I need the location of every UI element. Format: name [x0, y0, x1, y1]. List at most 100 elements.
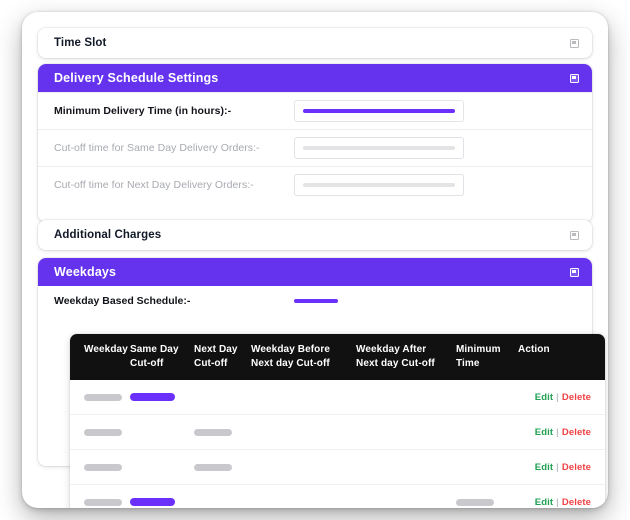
cell-weekday-before-next-day-cutoff: [251, 414, 356, 450]
square-expand-icon[interactable]: [570, 38, 579, 48]
cell-weekday-before-next-day-cutoff: [251, 380, 356, 415]
edit-link[interactable]: Edit: [535, 462, 553, 473]
card-weekdays-title: Weekdays: [54, 265, 117, 279]
input-same-day-cutoff[interactable]: [294, 137, 464, 159]
cell-action: Edit | Delete: [518, 449, 605, 485]
form-row-minimum-delivery-time: Minimum Delivery Time (in hours):-: [38, 92, 592, 129]
delete-link[interactable]: Delete: [562, 497, 591, 508]
col-weekday-before: Weekday Before Next day Cut-off: [251, 334, 356, 380]
card-additional-charges-title: Additional Charges: [54, 229, 162, 241]
redacted-value: [84, 498, 122, 506]
input-next-day-cutoff[interactable]: [294, 174, 464, 196]
delete-link[interactable]: Delete: [562, 392, 591, 403]
action-separator: |: [556, 461, 559, 473]
col-action: Action: [518, 334, 605, 380]
cell-weekday: [70, 380, 130, 415]
app-window-inner: Time Slot Delivery Schedule Settings Min…: [22, 12, 608, 508]
delete-link[interactable]: Delete: [562, 427, 591, 438]
cell-next-day-cutoff: [194, 449, 251, 485]
label-next-day-cutoff: Cut-off time for Next Day Delivery Order…: [54, 179, 254, 191]
table-row: Edit | Delete: [70, 380, 605, 415]
col-weekday-before-line2: Next day Cut-off: [251, 357, 330, 369]
card-weekdays-header[interactable]: Weekdays: [38, 258, 592, 286]
cell-weekday-after-next-day-cutoff: [356, 414, 456, 450]
col-weekday-after-line1: Weekday After: [356, 344, 427, 355]
cell-weekday-before-next-day-cutoff: [251, 449, 356, 485]
cell-minimum-time: [456, 449, 518, 485]
weekday-schedule-table: Weekday Same Day Cut-off Next Day Cut-of…: [70, 334, 605, 508]
col-action-line1: Action: [518, 344, 550, 355]
label-weekday-based-schedule: Weekday Based Schedule:-: [54, 295, 191, 307]
cell-same-day-cutoff: [130, 380, 194, 415]
edit-link[interactable]: Edit: [535, 497, 553, 508]
edit-link[interactable]: Edit: [535, 392, 553, 403]
square-collapse-icon[interactable]: [570, 267, 579, 277]
card-additional-charges[interactable]: Additional Charges: [38, 220, 592, 250]
col-minimum-time-line2: Time: [456, 357, 480, 369]
cell-same-day-cutoff: [130, 449, 194, 485]
col-weekday-after: Weekday After Next day Cut-off: [356, 334, 456, 380]
redacted-value: [84, 393, 122, 401]
app-window: Time Slot Delivery Schedule Settings Min…: [22, 12, 608, 508]
cell-weekday: [70, 414, 130, 450]
cell-weekday: [70, 484, 130, 508]
label-minimum-delivery-time: Minimum Delivery Time (in hours):-: [54, 105, 232, 117]
edit-link[interactable]: Edit: [535, 427, 553, 438]
table-row: Edit | Delete: [70, 449, 605, 485]
redacted-value: [130, 498, 175, 506]
form-row-same-day-cutoff: Cut-off time for Same Day Delivery Order…: [38, 129, 592, 166]
cell-next-day-cutoff: [194, 484, 251, 508]
col-weekday-before-line1: Weekday Before: [251, 344, 331, 355]
redacted-value: [194, 428, 232, 436]
redacted-value: [194, 463, 232, 471]
redacted-value: [294, 299, 338, 303]
cell-next-day-cutoff: [194, 414, 251, 450]
table-header-row: Weekday Same Day Cut-off Next Day Cut-of…: [70, 334, 605, 380]
redacted-value: [84, 463, 122, 471]
col-weekday-line1: Weekday: [84, 344, 128, 355]
card-delivery-schedule-title: Delivery Schedule Settings: [54, 71, 219, 85]
card-additional-charges-header[interactable]: Additional Charges: [38, 220, 592, 250]
redacted-value: [303, 183, 455, 187]
weekday-based-schedule-row: Weekday Based Schedule:-: [38, 286, 592, 316]
cell-minimum-time: [456, 414, 518, 450]
cell-weekday-after-next-day-cutoff: [356, 449, 456, 485]
label-same-day-cutoff: Cut-off time for Same Day Delivery Order…: [54, 142, 260, 154]
redacted-value: [303, 109, 455, 113]
cell-weekday-after-next-day-cutoff: [356, 484, 456, 508]
col-same-day-cutoff: Same Day Cut-off: [130, 334, 194, 380]
cell-action: Edit | Delete: [518, 380, 605, 415]
table-row: Edit | Delete: [70, 414, 605, 450]
card-time-slot[interactable]: Time Slot: [38, 28, 592, 58]
redacted-value: [303, 146, 455, 150]
table-body: Edit | Delete Edit | Delete Edit | Delete Edit | De…: [70, 380, 605, 508]
col-next-day-cutoff: Next Day Cut-off: [194, 334, 251, 380]
square-expand-icon[interactable]: [570, 230, 579, 240]
cell-action: Edit | Delete: [518, 484, 605, 508]
card-time-slot-header[interactable]: Time Slot: [38, 28, 592, 58]
card-delivery-schedule: Delivery Schedule Settings Minimum Deliv…: [38, 64, 592, 222]
square-collapse-icon[interactable]: [570, 73, 579, 83]
redacted-value: [130, 393, 175, 401]
redacted-value: [456, 498, 494, 506]
cell-minimum-time: [456, 380, 518, 415]
col-same-day-cutoff-line1: Same Day: [130, 344, 179, 355]
table-row: Edit | Delete: [70, 484, 605, 508]
col-weekday-after-line2: Next day Cut-off: [356, 357, 435, 369]
col-next-day-cutoff-line1: Next Day: [194, 344, 238, 355]
cell-same-day-cutoff: [130, 484, 194, 508]
action-separator: |: [556, 391, 559, 403]
input-minimum-delivery-time[interactable]: [294, 100, 464, 122]
redacted-value: [84, 428, 122, 436]
action-separator: |: [556, 496, 559, 508]
cell-same-day-cutoff: [130, 414, 194, 450]
col-next-day-cutoff-line2: Cut-off: [194, 357, 228, 369]
col-weekday: Weekday: [70, 334, 130, 380]
delete-link[interactable]: Delete: [562, 462, 591, 473]
cell-next-day-cutoff: [194, 380, 251, 415]
card-delivery-schedule-header[interactable]: Delivery Schedule Settings: [38, 64, 592, 92]
cell-minimum-time: [456, 484, 518, 508]
cell-action: Edit | Delete: [518, 414, 605, 450]
action-separator: |: [556, 426, 559, 438]
cell-weekday: [70, 449, 130, 485]
